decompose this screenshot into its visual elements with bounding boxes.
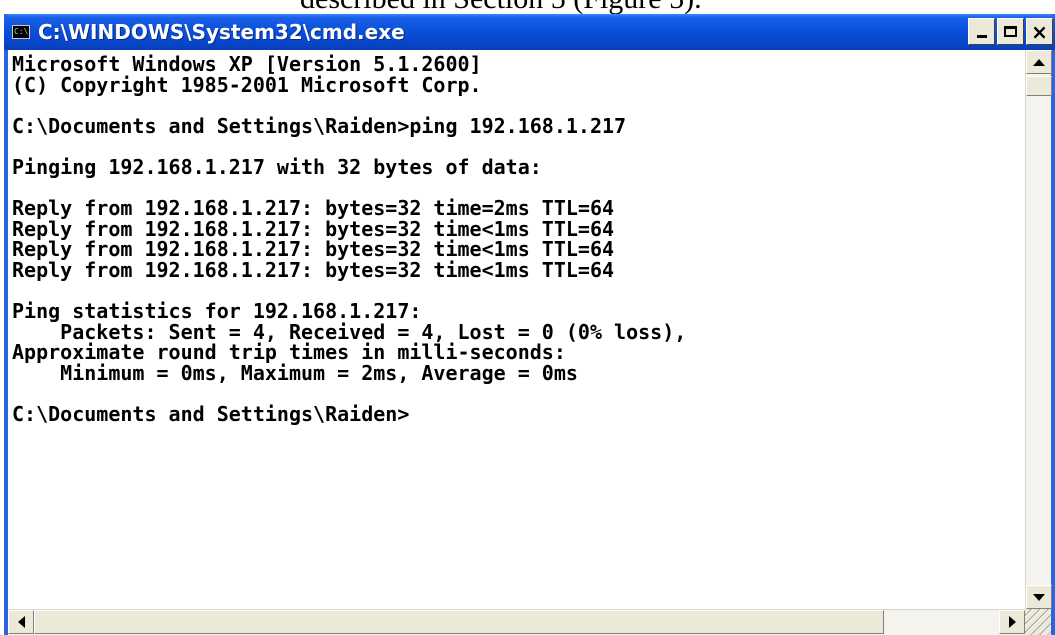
resize-grip-icon[interactable] [1025,609,1051,635]
console-line: Approximate round trip times in milli-se… [12,340,566,365]
arrow-down-icon [1033,593,1045,601]
vertical-scrollbar[interactable] [1025,50,1052,609]
arrow-up-icon [1033,58,1045,66]
console-output[interactable]: Microsoft Windows XP [Version 5.1.2600](… [8,50,1025,609]
scroll-down-button[interactable] [1026,585,1052,609]
maximize-icon [1004,26,1017,37]
cmd-window: C:\ C:\WINDOWS\System32\cmd.exe × Micros… [4,14,1055,635]
arrow-left-icon [17,616,25,628]
horizontal-scrollbar[interactable] [8,609,1025,635]
close-button[interactable]: × [1026,18,1053,45]
scroll-up-button[interactable] [1026,50,1052,74]
console-line: Minimum = 0ms, Maximum = 2ms, Average = … [12,361,578,385]
minimize-icon [976,35,987,38]
console-line: C:\Documents and Settings\Raiden> [12,402,410,427]
scroll-left-button[interactable] [8,610,34,634]
vertical-scroll-thumb[interactable] [1026,76,1052,96]
close-icon: × [1031,19,1048,44]
console-line: Pinging 192.168.1.217 with 32 bytes of d… [12,155,542,179]
maximize-button[interactable] [997,18,1024,45]
console-line: C:\Documents and Settings\Raiden>ping 19… [12,113,627,138]
console-line: Ping statistics for 192.168.1.217: [12,299,422,324]
arrow-right-icon [1008,616,1016,628]
horizontal-scroll-thumb[interactable] [34,610,884,634]
console-line: Microsoft Windows XP [Version 5.1.2600] [12,52,482,76]
title-bar[interactable]: C:\ C:\WINDOWS\System32\cmd.exe × [4,14,1055,50]
console-line: (C) Copyright 1985-2001 Microsoft Corp. [12,72,482,97]
console-line: Packets: Sent = 4, Received = 4, Lost = … [12,319,687,344]
console-line: Reply from 192.168.1.217: bytes=32 time<… [12,258,615,282]
console-line: Reply from 192.168.1.217: bytes=32 time=… [12,196,615,221]
window-title: C:\WINDOWS\System32\cmd.exe [38,20,405,44]
scroll-right-button[interactable] [999,610,1025,634]
minimize-button[interactable] [968,18,995,45]
console-line: Reply from 192.168.1.217: bytes=32 time<… [12,237,615,262]
console-line: Reply from 192.168.1.217: bytes=32 time<… [12,216,615,241]
cmd-console-icon[interactable]: C:\ [12,25,30,39]
